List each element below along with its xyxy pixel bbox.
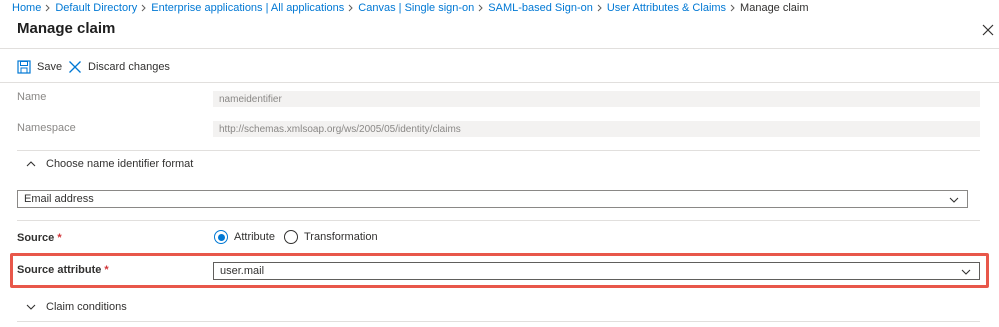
chevron-down-icon: [949, 197, 959, 203]
chevron-down-icon: [26, 304, 36, 310]
chevron-right-icon: [41, 0, 55, 15]
close-icon[interactable]: [982, 24, 994, 36]
chevron-right-icon: [137, 0, 151, 15]
save-button[interactable]: Save: [17, 60, 62, 74]
save-label: Save: [37, 61, 63, 73]
chevron-up-icon: [26, 161, 36, 167]
claim-conditions-label: Claim conditions: [46, 301, 127, 313]
source-option-attribute-label: Attribute: [234, 231, 275, 243]
name-field: nameidentifier: [213, 91, 980, 107]
name-identifier-format-select[interactable]: Email address: [17, 190, 968, 208]
source-option-transformation-label: Transformation: [304, 231, 378, 243]
radio-unselected-icon: [284, 230, 298, 244]
divider: [17, 220, 980, 221]
source-attribute-label: Source attribute *: [17, 264, 109, 276]
name-label: Name: [17, 91, 47, 103]
chevron-right-icon: [726, 0, 740, 15]
required-marker: *: [104, 264, 109, 276]
breadcrumb-home[interactable]: Home: [12, 2, 41, 14]
header-divider: [0, 48, 999, 49]
breadcrumb-saml-sign-on[interactable]: SAML-based Sign-on: [488, 2, 593, 14]
chevron-right-icon: [593, 0, 607, 15]
breadcrumb-user-attributes-claims[interactable]: User Attributes & Claims: [607, 2, 726, 14]
source-radio-attribute[interactable]: Attribute: [214, 230, 275, 244]
source-attribute-label-text: Source attribute: [17, 264, 102, 276]
chevron-right-icon: [344, 0, 358, 15]
breadcrumb-canvas-sso[interactable]: Canvas | Single sign-on: [358, 2, 474, 14]
chevron-right-icon: [474, 0, 488, 15]
chevron-down-icon: [961, 269, 971, 275]
source-attribute-select[interactable]: user.mail: [213, 262, 980, 280]
source-label-text: Source: [17, 232, 55, 244]
discard-label: Discard changes: [88, 61, 170, 73]
page-title: Manage claim: [17, 20, 116, 37]
source-attribute-value: user.mail: [220, 265, 265, 277]
claim-conditions-toggle[interactable]: Claim conditions: [26, 301, 127, 313]
source-radio-transformation[interactable]: Transformation: [284, 230, 378, 244]
discard-changes-button[interactable]: Discard changes: [68, 60, 170, 74]
breadcrumb-default-directory[interactable]: Default Directory: [55, 2, 137, 14]
name-identifier-format-toggle[interactable]: Choose name identifier format: [26, 158, 193, 170]
toolbar-divider: [0, 82, 999, 83]
divider: [17, 150, 980, 151]
divider: [17, 321, 980, 322]
radio-selected-icon: [214, 230, 228, 244]
breadcrumb: Home Default Directory Enterprise applic…: [12, 0, 809, 15]
namespace-field: http://schemas.xmlsoap.org/ws/2005/05/id…: [213, 121, 980, 137]
breadcrumb-enterprise-applications[interactable]: Enterprise applications | All applicatio…: [151, 2, 344, 14]
namespace-label: Namespace: [17, 122, 76, 134]
format-value: Email address: [24, 193, 94, 205]
breadcrumb-current: Manage claim: [740, 1, 809, 14]
close-icon: [69, 61, 81, 73]
source-label: Source *: [17, 232, 62, 244]
format-section-label: Choose name identifier format: [46, 158, 194, 170]
required-marker: *: [57, 232, 62, 244]
save-icon: [17, 60, 31, 74]
